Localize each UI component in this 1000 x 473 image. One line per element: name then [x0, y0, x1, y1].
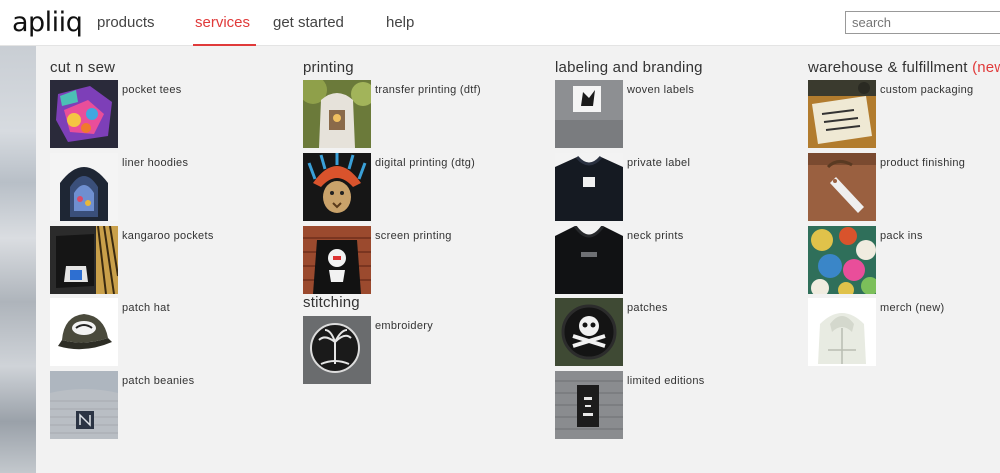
item-label: neck prints	[627, 230, 684, 242]
liner-hoodies-thumbnail	[50, 153, 118, 221]
nav-get-started[interactable]: get started	[273, 0, 344, 46]
menu-item-patch-hat[interactable]: patch hat	[50, 298, 290, 368]
column-title-labeling-and-branding: labeling and branding	[555, 59, 703, 76]
patch-hat-thumbnail	[50, 298, 118, 366]
product-finishing-thumbnail	[808, 153, 876, 221]
item-label: product finishing	[880, 157, 966, 169]
column-title-warehouse-fulfillment: warehouse & fulfillment (new	[808, 59, 1000, 76]
item-label: embroidery	[375, 320, 434, 332]
pack-ins-thumbnail	[808, 226, 876, 294]
embroidery-thumbnail	[303, 316, 371, 384]
item-label: woven labels	[627, 84, 695, 96]
menu-item-pocket-tees[interactable]: pocket tees	[50, 80, 290, 150]
item-label: pack ins	[880, 230, 923, 242]
item-label: liner hoodies	[122, 157, 189, 169]
column-title-printing: printing	[303, 59, 354, 76]
screen-printing-thumbnail	[303, 226, 371, 294]
site-header: apliiq products services get started hel…	[0, 0, 1000, 46]
patches-thumbnail	[555, 298, 623, 366]
item-label: patch hat	[122, 302, 170, 314]
nav-services[interactable]: services	[195, 0, 250, 46]
digital-printing-thumbnail	[303, 153, 371, 221]
menu-item-patch-beanies[interactable]: patch beanies	[50, 371, 290, 441]
menu-item-neck-prints[interactable]: neck prints	[555, 226, 795, 296]
column-title-stitching: stitching	[303, 294, 360, 311]
custom-packaging-thumbnail	[808, 80, 876, 148]
apliiq-logo[interactable]: apliiq	[12, 7, 83, 38]
item-label: digital printing (dtg)	[375, 157, 476, 169]
item-label: kangaroo pockets	[122, 230, 214, 242]
item-label: custom packaging	[880, 84, 974, 96]
nav-products[interactable]: products	[97, 0, 155, 46]
menu-item-patches[interactable]: patches	[555, 298, 795, 368]
menu-item-merch[interactable]: merch (new)	[808, 298, 1000, 368]
menu-item-woven-labels[interactable]: woven labels	[555, 80, 795, 150]
menu-item-kangaroo-pockets[interactable]: kangaroo pockets	[50, 226, 290, 296]
item-label: patch beanies	[122, 375, 195, 387]
search-input[interactable]	[845, 11, 1000, 34]
menu-item-product-finishing[interactable]: product finishing	[808, 153, 1000, 223]
item-label: merch (new)	[880, 302, 945, 314]
private-label-thumbnail	[555, 153, 623, 221]
background-photo-strip	[0, 46, 36, 473]
limited-editions-thumbnail	[555, 371, 623, 439]
column-title-cut-n-sew: cut n sew	[50, 59, 116, 76]
nav-help[interactable]: help	[386, 0, 414, 46]
menu-item-transfer-printing[interactable]: transfer printing (dtf)	[303, 80, 543, 150]
menu-item-limited-editions[interactable]: limited editions	[555, 371, 795, 441]
transfer-printing-thumbnail	[303, 80, 371, 148]
item-label: transfer printing (dtf)	[375, 84, 481, 96]
item-label: screen printing	[375, 230, 452, 242]
services-mega-menu: cut n sew pocket tees liner hoodies kang…	[36, 46, 1000, 473]
menu-item-custom-packaging[interactable]: custom packaging	[808, 80, 1000, 150]
pocket-tees-thumbnail	[50, 80, 118, 148]
new-badge: (new	[972, 59, 1000, 76]
menu-item-digital-printing[interactable]: digital printing (dtg)	[303, 153, 543, 223]
menu-item-private-label[interactable]: private label	[555, 153, 795, 223]
woven-labels-thumbnail	[555, 80, 623, 148]
kangaroo-pockets-thumbnail	[50, 226, 118, 294]
patch-beanies-thumbnail	[50, 371, 118, 439]
item-label: patches	[627, 302, 668, 314]
item-label: pocket tees	[122, 84, 182, 96]
item-label: limited editions	[627, 375, 705, 387]
merch-thumbnail	[808, 298, 876, 366]
menu-item-screen-printing[interactable]: screen printing	[303, 226, 543, 296]
neck-prints-thumbnail	[555, 226, 623, 294]
menu-item-pack-ins[interactable]: pack ins	[808, 226, 1000, 296]
menu-item-liner-hoodies[interactable]: liner hoodies	[50, 153, 290, 223]
menu-item-embroidery[interactable]: embroidery	[303, 316, 543, 386]
column-title-text: warehouse & fulfillment	[808, 59, 968, 76]
item-label: private label	[627, 157, 691, 169]
